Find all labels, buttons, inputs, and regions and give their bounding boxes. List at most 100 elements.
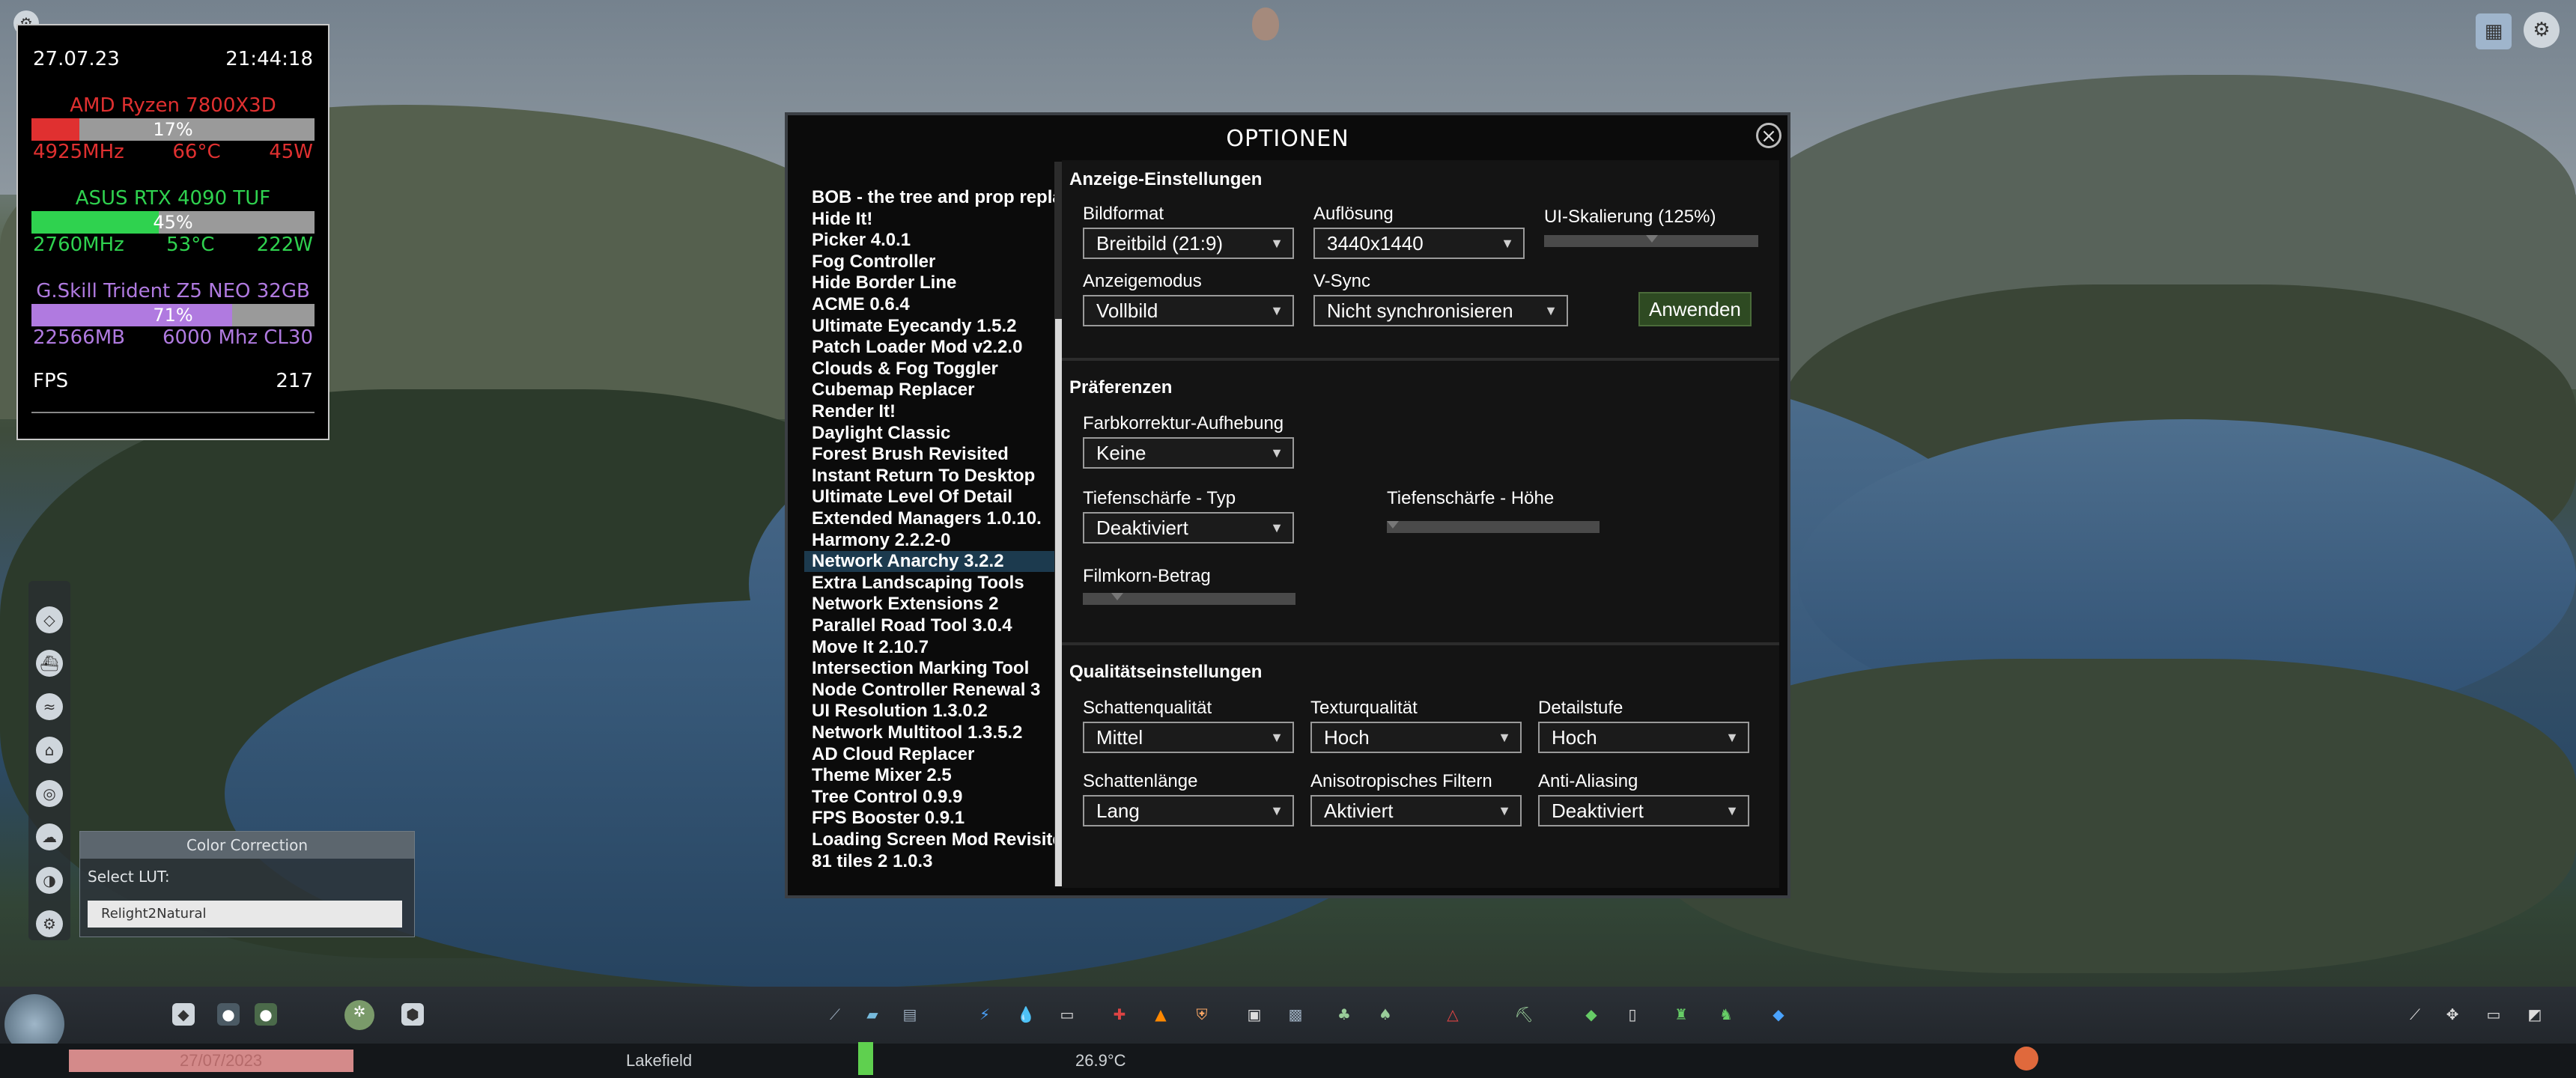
mod-list-item[interactable]: Ultimate Level Of Detail [804,487,1066,508]
mod-list-item[interactable]: Harmony 2.2.2-0 [804,530,1066,551]
mod-list-item[interactable]: Theme Mixer 2.5 [804,765,1066,786]
garbage-icon[interactable]: ▭ [1056,1003,1078,1026]
unlock-icon[interactable]: ▦ [2476,13,2512,49]
mod-list-item[interactable]: Extended Managers 1.0.10. [804,508,1066,529]
film-grain-slider[interactable] [1083,593,1295,605]
eraser-icon[interactable]: ◇ [36,606,63,633]
water-icon[interactable]: 💧 [1015,1003,1037,1026]
palette-icon[interactable]: ◑ [36,867,63,894]
mod-list-item[interactable]: Parallel Road Tool 3.0.4 [804,615,1066,636]
district-icon[interactable]: ● [255,1003,277,1026]
parks-icon[interactable]: ♣ [1333,1003,1355,1026]
bulldozer-icon[interactable]: ◆ [172,1003,195,1026]
road-icon[interactable]: ✲ [344,1000,374,1030]
mod-list-item[interactable]: Fog Controller [804,252,1066,272]
mod-list-item[interactable]: Network Extensions 2 [804,594,1066,615]
select-icon[interactable]: ▭ [2482,1003,2505,1026]
mod-list-item[interactable]: Patch Loader Mod v2.2.0 [804,337,1066,358]
resolution-dropdown[interactable]: 3440x1440 ▼ [1313,228,1525,259]
mod-list-item[interactable]: ACME 0.6.4 [804,294,1066,315]
policies-icon[interactable]: ▯ [1621,1003,1644,1026]
fire-icon[interactable]: ▲ [1149,1003,1172,1026]
lut-select[interactable]: Relight2Natural [88,901,402,928]
education-icon[interactable]: ▣ [1243,1003,1266,1026]
cube-icon[interactable]: ⬢ [401,1003,424,1026]
gear-icon[interactable]: ⚙ [36,910,63,937]
mod-list-item[interactable]: Hide It! [804,209,1066,230]
disaster-icon[interactable]: △ [1442,1003,1464,1026]
mod-list-item[interactable]: Network Multitool 1.3.5.2 [804,722,1066,743]
pause-icon[interactable] [2014,1047,2038,1071]
vsync-dropdown[interactable]: Nicht synchronisieren ▼ [1313,295,1568,326]
pipette-icon[interactable]: ⟋ [2404,1003,2426,1026]
color-correction-override-dropdown[interactable]: Keine ▼ [1083,437,1294,469]
mod-list-item[interactable]: FPS Booster 0.9.1 [804,808,1066,829]
anti-aliasing-dropdown[interactable]: Deaktiviert ▼ [1538,795,1749,826]
cloud-icon[interactable]: ☁ [36,823,63,850]
cpu-clock: 4925MHz [33,141,124,163]
film-grain-knob[interactable] [1111,593,1123,600]
divider [1062,642,1779,645]
money-icon[interactable]: ◆ [1580,1003,1603,1026]
mod-list-item[interactable]: Cubemap Replacer [804,380,1066,401]
color-correction-panel: Color Correction Select LUT: Relight2Nat… [79,831,415,937]
camera-icon[interactable]: ◩ [2524,1003,2546,1026]
mod-list-item[interactable]: Render It! [804,401,1066,422]
wonders-icon[interactable]: ◆ [1767,1003,1790,1026]
healthcare-icon[interactable]: ✚ [1108,1003,1131,1026]
mod-list-item[interactable]: Forest Brush Revisited [804,444,1066,465]
mod-list-item[interactable]: Clouds & Fog Toggler [804,359,1066,380]
electricity-icon[interactable]: ⚡ [973,1003,996,1026]
balloon-icon [1252,7,1279,40]
shadow-quality-dropdown[interactable]: Mittel ▼ [1083,722,1294,753]
mod-list-item[interactable]: UI Resolution 1.3.0.2 [804,701,1066,722]
ui-scale-slider[interactable] [1544,235,1758,247]
mod-list-item[interactable]: Loading Screen Mod Revisited [804,829,1066,850]
display-mode-dropdown[interactable]: Vollbild ▼ [1083,295,1294,326]
ui-scale-knob[interactable] [1646,235,1658,243]
shadow-length-dropdown[interactable]: Lang ▼ [1083,795,1294,826]
dof-type-dropdown[interactable]: Deaktiviert ▼ [1083,512,1294,543]
ship-icon[interactable]: ⛴ [36,650,63,677]
dof-height-knob[interactable] [1387,521,1399,529]
mod-list-item[interactable]: Node Controller Renewal 3 [804,680,1066,701]
settings-icon[interactable]: ⚙ [2524,12,2560,48]
mod-list-item[interactable]: AD Cloud Replacer [804,744,1066,765]
mod-list-item[interactable]: Picker 4.0.1 [804,230,1066,251]
texture-quality-dropdown[interactable]: Hoch ▼ [1310,722,1522,753]
mod-list-item[interactable]: Daylight Classic [804,423,1066,444]
district-paint-icon[interactable]: ▤ [899,1003,921,1026]
close-icon[interactable]: × [1756,123,1781,148]
mod-list-item[interactable]: Move It 2.10.7 [804,637,1066,658]
mod-list-item[interactable]: Hide Border Line [804,272,1066,293]
terraform-icon[interactable]: ⛏ [1513,1003,1535,1026]
aspect-dropdown[interactable]: Breitbild (21:9) ▼ [1083,228,1294,259]
mod-list-item[interactable]: Instant Return To Desktop [804,466,1066,487]
anisotropic-dropdown[interactable]: Aktiviert ▼ [1310,795,1522,826]
target-icon[interactable]: ◎ [36,780,63,807]
mod-list-item[interactable]: Ultimate Eyecandy 1.5.2 [804,316,1066,337]
monuments-icon[interactable]: ♞ [1715,1003,1737,1026]
fps-row: FPS 217 [33,370,313,392]
mod-list-item[interactable]: BOB - the tree and prop replacer [804,187,1066,208]
apply-button[interactable]: Anwenden [1638,292,1752,326]
move-icon[interactable]: ✥ [2441,1003,2464,1026]
dof-height-slider[interactable] [1387,521,1600,533]
mod-list-item[interactable]: Tree Control 0.9.9 [804,787,1066,808]
unique-buildings-icon[interactable]: ♜ [1670,1003,1692,1026]
wave-icon[interactable]: ≈ [36,693,63,720]
detail-level-dropdown[interactable]: Hoch ▼ [1538,722,1749,753]
zoning-icon[interactable]: ▰ [861,1003,884,1026]
mod-list-item[interactable]: Network Anarchy 3.2.2 [804,551,1066,573]
road-tool-icon[interactable]: ⟋ [824,1003,846,1026]
police-icon[interactable]: ⛨ [1191,1003,1213,1026]
tower-icon[interactable]: ⌂ [36,737,63,764]
zone-icon[interactable]: ● [217,1003,240,1026]
anti-aliasing-label: Anti-Aliasing [1538,771,1638,791]
gpu-load-text: 45% [153,212,193,233]
mod-list-item[interactable]: Extra Landscaping Tools [804,573,1066,594]
mod-list-item[interactable]: Intersection Marking Tool [804,658,1066,679]
mod-list-item[interactable]: 81 tiles 2 1.0.3 [804,851,1066,872]
transport-icon[interactable]: ▩ [1284,1003,1307,1026]
landscaping-icon[interactable]: ♠ [1374,1003,1397,1026]
